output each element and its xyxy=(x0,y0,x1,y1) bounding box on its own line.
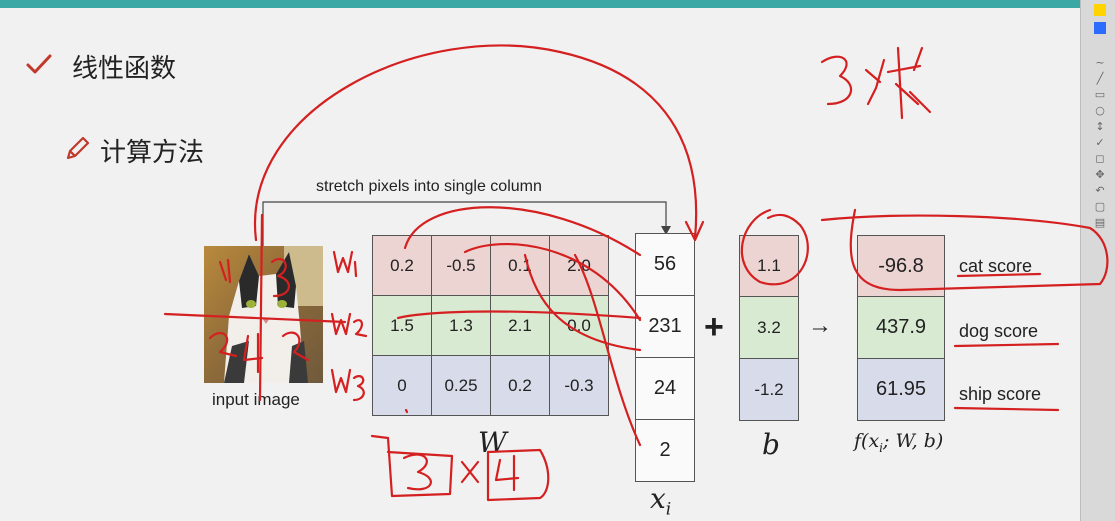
w-cell: 1.5 xyxy=(372,295,432,356)
w-cell: 0.2 xyxy=(490,355,550,416)
w-cell: 2.0 xyxy=(549,235,609,296)
x-cell: 24 xyxy=(635,357,695,420)
w-cell: 0.1 xyxy=(490,235,550,296)
score-cell: 61.95 xyxy=(857,358,945,421)
w-cell: 1.3 xyxy=(431,295,491,356)
b-cell: 1.1 xyxy=(739,235,799,297)
f-symbol: f(xi; W, b) xyxy=(854,430,944,455)
b-cell: 3.2 xyxy=(739,296,799,359)
right-arrow-icon: → xyxy=(808,312,832,339)
x-cell: 56 xyxy=(635,233,695,296)
w-cell: 2.1 xyxy=(490,295,550,356)
w-cell: 0.0 xyxy=(549,295,609,356)
plus-sign: + xyxy=(704,308,724,346)
x-symbol: xi xyxy=(650,482,672,520)
cat-input-image xyxy=(204,246,323,383)
cat-score-label: cat score xyxy=(959,256,1033,276)
b-cell: -1.2 xyxy=(739,358,799,421)
w-cell: -0.3 xyxy=(549,355,609,416)
x-cell: 2 xyxy=(635,419,695,482)
ship-score-label: ship score xyxy=(959,384,1042,404)
x-cell: 231 xyxy=(635,295,695,358)
score-cell: -96.8 xyxy=(857,235,945,297)
w-cell: 0.25 xyxy=(431,355,491,416)
dog-score-label: dog score xyxy=(959,321,1039,341)
w-cell: -0.5 xyxy=(431,235,491,296)
input-image-label: input image xyxy=(212,390,300,409)
w-cell: 0 xyxy=(372,355,432,416)
b-symbol: b xyxy=(762,428,780,461)
w-cell: 0.2 xyxy=(372,235,432,296)
score-cell: 437.9 xyxy=(857,296,945,359)
w-symbol: W xyxy=(478,426,507,459)
